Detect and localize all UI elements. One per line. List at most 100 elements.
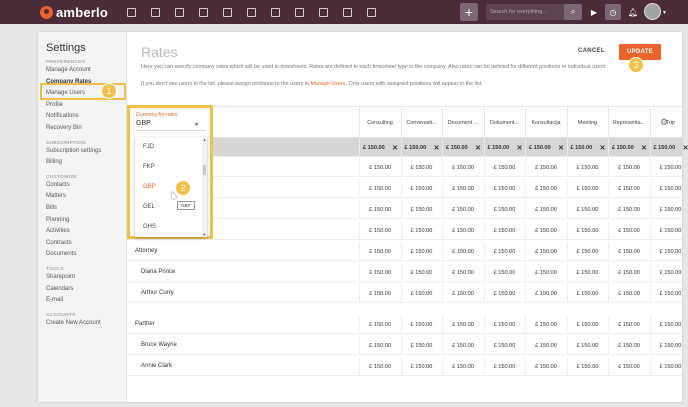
rate-cell[interactable]: £ 150.00 (359, 179, 400, 198)
rate-cell[interactable]: £ 150.00 (442, 357, 483, 376)
rate-cell[interactable]: £ 150.00 (483, 200, 525, 219)
rate-cell[interactable]: £ 150.00 (649, 357, 688, 376)
chevron-down-icon[interactable]: ▾ (663, 9, 666, 16)
rate-cell[interactable]: £ 150.00 (566, 357, 608, 376)
tasks-icon[interactable] (312, 0, 336, 24)
rate-cell[interactable]: £ 150.00 (608, 158, 649, 177)
rate-cell[interactable]: £ 150.00 (483, 336, 525, 355)
sidebar-item-notifications[interactable]: Notifications (46, 111, 126, 123)
rate-cell[interactable]: £ 150.00 (649, 179, 688, 198)
rate-cell[interactable]: £ 150.00 (649, 158, 688, 177)
sidebar-item-contacts[interactable]: Contacts (46, 180, 126, 192)
rate-cell[interactable]: £ 150.00 (649, 263, 688, 282)
sidebar-item-activities[interactable]: Activities (46, 226, 126, 238)
rate-cell[interactable]: £ 150.00 (566, 242, 608, 261)
sidebar-item-billing[interactable]: Billing (46, 157, 126, 169)
app-logo[interactable]: amberlo (40, 5, 108, 20)
sidebar-item-matters[interactable]: Matters (46, 191, 126, 203)
sidebar-item-profile[interactable]: Profile (46, 100, 126, 112)
column-header[interactable]: Trip (649, 107, 688, 139)
rate-cell[interactable]: £ 150.00 (525, 242, 566, 261)
documents-icon[interactable] (192, 0, 216, 24)
rate-cell[interactable]: £ 150.00 (566, 158, 608, 177)
rate-cell[interactable]: £ 150.00 (525, 158, 566, 177)
column-header[interactable]: Meeting (566, 107, 608, 139)
rate-cell[interactable]: £ 150.00 (525, 284, 566, 303)
rate-cell[interactable]: £ 150.00 (608, 284, 649, 303)
column-header[interactable]: Dokument... (483, 107, 525, 139)
rate-cell[interactable]: £ 150.00 (649, 284, 688, 303)
rate-cell[interactable]: £ 150.00 (359, 284, 400, 303)
remove-rate-icon[interactable]: ✕ (434, 144, 440, 152)
currency-option-fkp[interactable]: FKP (135, 157, 207, 177)
remove-rate-icon[interactable]: ✕ (683, 144, 688, 152)
search-input[interactable] (486, 9, 560, 15)
reports-icon[interactable] (360, 0, 384, 24)
options-scrollbar[interactable]: ▲ ▼ (202, 137, 207, 237)
remove-rate-icon[interactable]: ✕ (475, 144, 481, 152)
rate-cell[interactable]: £ 150.00 (608, 242, 649, 261)
rate-cell[interactable]: £ 150.00 (608, 315, 649, 334)
add-new-button[interactable]: + (460, 3, 478, 21)
chevron-down-icon[interactable]: ▼ (194, 122, 199, 128)
currency-select[interactable]: GBP (136, 120, 151, 127)
rate-cell[interactable]: £ 150.00 (566, 263, 608, 282)
rate-cell[interactable]: £ 150.00 (649, 315, 688, 334)
sidebar-item-documents[interactable]: Documents (46, 249, 126, 261)
rate-cell[interactable]: £ 150.00 ✕ (442, 138, 483, 157)
sidebar-item-e-mail[interactable]: E-mail (46, 295, 126, 307)
rate-cell[interactable]: £ 150.00 (442, 263, 483, 282)
rate-cell[interactable]: £ 150.00 ✕ (649, 138, 688, 157)
rate-cell[interactable]: £ 150.00 (483, 158, 525, 177)
timer-icon[interactable]: ◷ (605, 4, 621, 20)
calendar-icon[interactable] (264, 0, 288, 24)
bell-icon[interactable]: 🔔︎ (625, 4, 641, 20)
rate-cell[interactable]: £ 150.00 (483, 284, 525, 303)
rate-cell[interactable]: £ 150.00 (483, 315, 525, 334)
mail-icon[interactable] (336, 0, 360, 24)
currency-option-ghs[interactable]: GHS (135, 217, 207, 237)
rate-cell[interactable]: £ 150.00 (525, 336, 566, 355)
matters-icon[interactable] (168, 0, 192, 24)
rate-cell[interactable]: £ 150.00 ✕ (483, 138, 525, 157)
sidebar-item-bills[interactable]: Bills (46, 203, 126, 215)
rate-cell[interactable]: £ 150.00 (566, 200, 608, 219)
rate-cell[interactable]: £ 150.00 (400, 221, 442, 240)
sidebar-item-calendars[interactable]: Calendars (46, 284, 126, 296)
scrollbar-thumb[interactable] (203, 165, 206, 175)
rate-cell[interactable]: £ 150.00 (442, 200, 483, 219)
rate-cell[interactable]: £ 150.00 (608, 179, 649, 198)
sidebar-item-recovery-bin[interactable]: Recovery Bin (46, 123, 126, 135)
rate-cell[interactable]: £ 150.00 (400, 242, 442, 261)
rate-cell[interactable]: £ 150.00 (442, 336, 483, 355)
contacts-icon[interactable] (144, 0, 168, 24)
rate-cell[interactable]: £ 150.00 (359, 336, 400, 355)
rate-cell[interactable]: £ 150.00 (400, 179, 442, 198)
column-header[interactable]: Representa... (608, 107, 649, 139)
sidebar-item-planning[interactable]: Planning (46, 215, 126, 227)
search-icon[interactable]: ⌕ (564, 4, 582, 20)
rate-cell[interactable]: £ 150.00 (400, 284, 442, 303)
rate-cell[interactable]: £ 150.00 (566, 221, 608, 240)
rate-cell[interactable]: £ 150.00 ✕ (566, 138, 608, 157)
rate-cell[interactable]: £ 150.00 (442, 179, 483, 198)
manage-users-link[interactable]: Manage Users (310, 81, 345, 87)
rate-cell[interactable]: £ 150.00 (608, 200, 649, 219)
rate-cell[interactable]: £ 150.00 (649, 242, 688, 261)
rate-cell[interactable]: £ 150.00 (566, 284, 608, 303)
rate-cell[interactable]: £ 150.00 (566, 315, 608, 334)
rate-cell[interactable]: £ 150.00 (525, 179, 566, 198)
rate-cell[interactable]: £ 150.00 (608, 357, 649, 376)
column-header[interactable]: Document ... (442, 107, 483, 139)
bank-icon[interactable] (216, 0, 240, 24)
rate-cell[interactable]: £ 150.00 (359, 242, 400, 261)
history-icon[interactable] (240, 0, 264, 24)
remove-rate-icon[interactable]: ✕ (392, 144, 398, 152)
rate-cell[interactable]: £ 150.00 (442, 158, 483, 177)
rate-cell[interactable]: £ 150.00 (608, 221, 649, 240)
column-header[interactable]: Konsultacija (525, 107, 566, 139)
rate-cell[interactable]: £ 150.00 (608, 263, 649, 282)
rate-cell[interactable]: £ 150.00 ✕ (359, 138, 400, 157)
sidebar-item-contracts[interactable]: Contracts (46, 238, 126, 250)
rate-cell[interactable]: £ 150.00 (483, 263, 525, 282)
